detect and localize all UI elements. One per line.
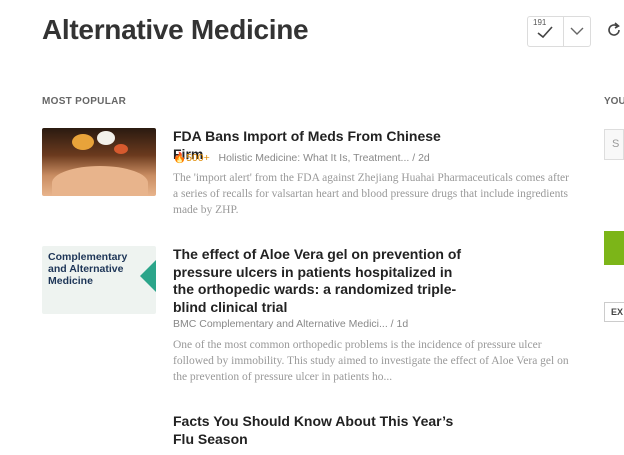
check-icon [537, 26, 553, 39]
article-title[interactable]: The effect of Aloe Vera gel on preventio… [173, 246, 463, 316]
article-title[interactable]: Facts You Should Know About This Year’s … [173, 413, 463, 448]
mark-as-read-group: 191 [527, 16, 591, 47]
article-meta: BMC Complementary and Alternative Medici… [173, 318, 409, 330]
article-age: 2d [418, 152, 430, 164]
mark-as-read-button[interactable]: 191 [528, 17, 564, 46]
article-age: 1d [396, 318, 409, 330]
mark-as-read-dropdown[interactable] [564, 17, 590, 46]
export-button[interactable]: EX [604, 302, 624, 322]
article-snippet: The 'import alert' from the FDA against … [173, 172, 569, 216]
article-source[interactable]: Holistic Medicine: What It Is, Treatment… [219, 152, 410, 164]
article-thumbnail[interactable]: Complementary and Alternative Medicine [42, 246, 156, 314]
right-panel-search[interactable]: S [604, 129, 624, 160]
popularity-badge: 🔥500+ [173, 152, 210, 164]
article-snippet: One of the most common orthopedic proble… [173, 339, 569, 383]
article-meta: 🔥500+ Holistic Medicine: What It Is, Tre… [173, 152, 430, 164]
source-logo[interactable] [604, 180, 624, 212]
section-label-most-popular: MOST POPULAR [42, 96, 127, 107]
article-source[interactable]: BMC Complementary and Alternative Medici… [173, 318, 388, 330]
thumbnail-text: Complementary and Alternative Medicine [48, 251, 128, 287]
right-panel-label: YOU [604, 96, 624, 107]
source-logo[interactable] [604, 231, 624, 265]
article-thumbnail[interactable] [42, 128, 156, 196]
page-title: Alternative Medicine [42, 14, 309, 45]
chevron-down-icon [570, 27, 584, 35]
refresh-icon[interactable] [606, 22, 622, 38]
